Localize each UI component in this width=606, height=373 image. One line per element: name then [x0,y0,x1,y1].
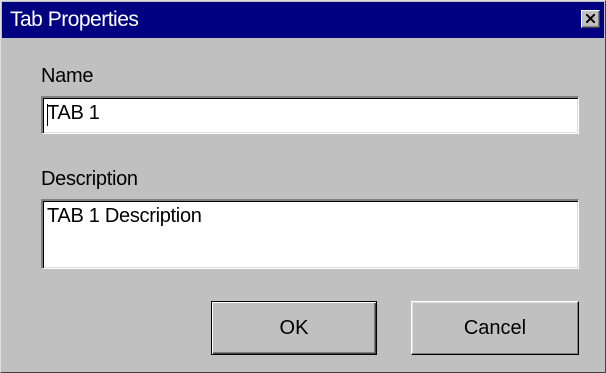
description-textarea[interactable]: TAB 1 Description [41,199,579,269]
cancel-button[interactable]: Cancel [411,301,579,355]
tab-properties-dialog: Tab Properties Name TAB 1 Description TA… [0,0,606,373]
cancel-button-label: Cancel [463,317,527,339]
name-input[interactable]: TAB 1 [41,96,579,134]
close-icon [586,14,595,23]
name-label: Name [41,65,94,87]
ok-button-label: OK [279,317,309,339]
close-button[interactable] [581,10,600,28]
description-textarea-value: TAB 1 Description [47,205,202,227]
ok-button[interactable]: OK [211,301,377,355]
name-input-value: TAB 1 [47,102,100,124]
window-title: Tab Properties [10,8,139,31]
description-label: Description [41,168,138,190]
title-bar: Tab Properties [2,2,604,38]
text-caret [47,104,48,126]
